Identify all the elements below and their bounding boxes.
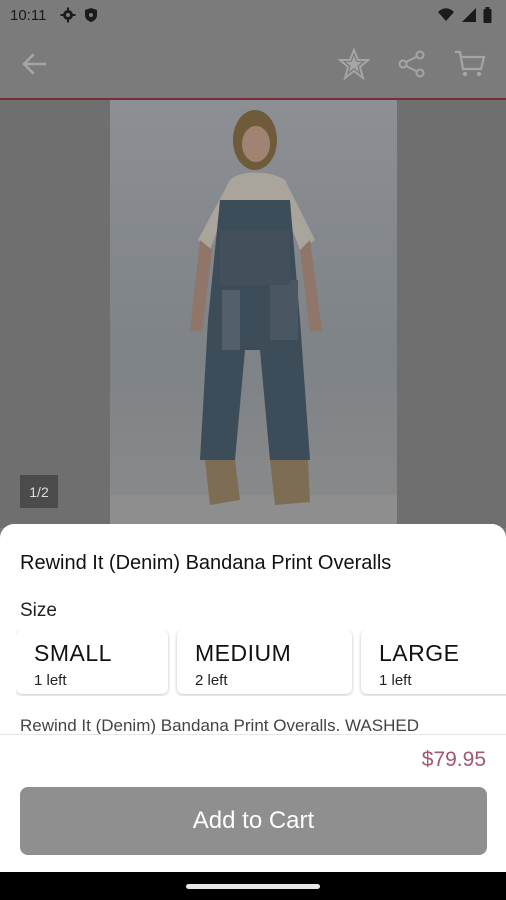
system-navigation-bar <box>0 872 506 900</box>
share-icon <box>398 50 425 78</box>
home-indicator[interactable] <box>186 884 320 889</box>
size-stock: 1 left <box>379 672 412 689</box>
share-button[interactable] <box>394 46 430 82</box>
product-photo <box>110 100 397 528</box>
battery-icon <box>483 7 492 23</box>
top-toolbar <box>0 32 506 100</box>
size-option-small[interactable]: SMALL 1 left <box>16 630 168 694</box>
size-options: SMALL 1 left MEDIUM 2 left LARGE 1 left <box>16 630 506 696</box>
size-label: Size <box>20 600 57 621</box>
divider <box>0 734 506 735</box>
status-bar: 10:11 <box>0 0 506 32</box>
model-silhouette-image <box>110 110 397 528</box>
size-option-medium[interactable]: MEDIUM 2 left <box>177 630 352 694</box>
shield-icon <box>85 8 97 22</box>
back-button[interactable] <box>16 46 52 82</box>
back-arrow-icon <box>22 53 47 75</box>
add-to-cart-button[interactable]: Add to Cart <box>20 787 487 855</box>
star-icon <box>337 47 371 81</box>
status-time: 10:11 <box>10 7 47 24</box>
image-page-indicator: 1/2 <box>20 475 58 508</box>
size-stock: 2 left <box>195 672 228 689</box>
size-stock: 1 left <box>34 672 67 689</box>
product-title: Rewind It (Denim) Bandana Print Overalls <box>20 552 392 574</box>
cart-icon <box>455 50 486 77</box>
size-option-large[interactable]: LARGE 1 left <box>361 630 506 694</box>
product-price: $79.95 <box>421 748 486 771</box>
settings-icon <box>60 7 76 23</box>
size-name: SMALL <box>34 640 112 666</box>
product-image-carousel[interactable]: 1/2 <box>0 100 506 528</box>
signal-icon <box>462 8 476 22</box>
size-name: MEDIUM <box>195 640 292 666</box>
wifi-icon <box>438 8 454 21</box>
favorite-button[interactable] <box>336 46 372 82</box>
size-name: LARGE <box>379 640 460 666</box>
cart-button[interactable] <box>452 46 488 82</box>
product-details-sheet: Rewind It (Denim) Bandana Print Overalls… <box>0 524 506 900</box>
